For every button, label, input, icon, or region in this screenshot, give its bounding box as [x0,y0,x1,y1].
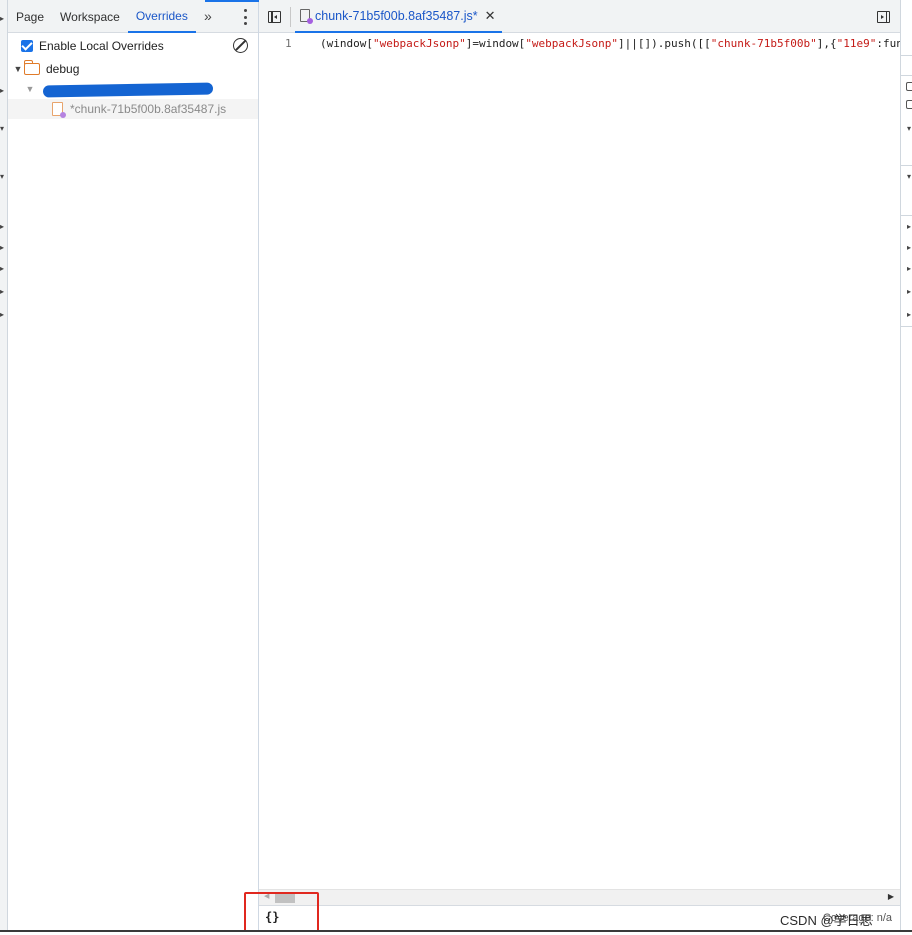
expand-triangle-icon[interactable]: ▼ [12,64,24,74]
folder-name: debug [46,62,80,76]
window-bottom-border [0,930,912,935]
expand-arrow-icon[interactable]: ▸ [0,264,4,273]
tree-item-domain-folder[interactable]: ▼ [8,79,258,99]
collapse-arrow-icon[interactable]: ▾ [0,172,4,181]
code-token: "11e9" [836,37,877,50]
divider [901,75,912,76]
checkbox[interactable] [906,100,912,109]
expand-arrow-icon[interactable]: ▸ [0,222,4,231]
file-icon [52,102,66,118]
expand-triangle-icon[interactable]: ▼ [24,84,36,94]
enable-overrides-row: Enable Local Overrides [8,33,258,59]
tab-workspace[interactable]: Workspace [52,0,128,33]
code-token: :fun [876,37,900,50]
divider [901,55,912,56]
horizontal-scrollbar[interactable]: ◀ ▶ [259,889,900,905]
tree-item-override-file[interactable]: *chunk-71b5f00b.8af35487.js [8,99,258,119]
more-options-icon[interactable] [242,9,248,25]
scroll-right-icon[interactable]: ▶ [888,892,894,901]
tab-overrides[interactable]: Overrides [127,0,196,33]
right-panel-edge: ▾ ▾ ▸ ▸ ▸ ▸ ▸ [900,0,912,930]
file-name: *chunk-71b5f00b.8af35487.js [70,102,227,116]
code-token: ]||[]).push([[ [618,37,711,50]
collapse-arrow-icon[interactable]: ▾ [0,124,4,133]
code-token: "webpackJsonp" [525,37,619,50]
expand-arrow-icon[interactable]: ▸ [907,243,911,252]
divider [901,326,912,327]
redacted-domain-name [42,82,214,98]
sources-navigator: Page Workspace Overrides » Enable Local … [8,0,259,930]
code-token: "webpackJsonp" [372,37,466,50]
expand-arrow-icon[interactable]: ▸ [907,287,911,296]
devtools-sources-panel: ▸ ▸ ▾ ▾ ▸ ▸ ▸ ▸ ▸ Page Workspace Overrid… [0,0,912,935]
expand-arrow-icon[interactable]: ▸ [907,222,911,231]
toggle-debugger-icon[interactable] [877,11,890,23]
expand-arrow-icon[interactable]: ▸ [0,310,4,319]
folder-icon [23,60,40,75]
navigator-tabbar: Page Workspace Overrides » [8,0,258,33]
expand-arrow-icon[interactable]: ▸ [0,243,4,252]
editor-file-tab[interactable]: chunk-71b5f00b.8af35487.js* ✕ [295,0,502,33]
code-token: (window[ [320,37,373,50]
annotation-highlight-box [244,892,319,932]
enable-overrides-label[interactable]: Enable Local Overrides [39,39,164,53]
expand-arrow-icon[interactable]: ▸ [0,287,4,296]
close-tab-icon[interactable]: ✕ [485,8,496,24]
code-token: ],{ [816,37,837,50]
tab-page[interactable]: Page [8,0,52,33]
collapse-arrow-icon[interactable]: ▾ [907,124,911,133]
expand-arrow-icon[interactable]: ▸ [907,264,911,273]
code-line[interactable]: (window["webpackJsonp"]=window["webpackJ… [320,37,900,50]
clear-configuration-icon[interactable] [233,38,248,53]
toggle-navigator-icon[interactable] [268,11,281,23]
code-token: "chunk-71b5f00b" [710,37,817,50]
code-token: ]=window[ [465,37,526,50]
code-area[interactable]: 1 (window["webpackJsonp"]=window["webpac… [259,33,900,889]
modified-dot-icon [60,112,66,118]
collapse-arrow-icon[interactable]: ▸ [0,14,4,23]
more-tabs-chevron-icon[interactable]: » [196,8,220,24]
modified-dot-icon [307,18,313,24]
line-number: 1 [285,37,292,50]
tree-item-debug-folder[interactable]: ▼ debug [8,59,258,79]
file-tab-name: chunk-71b5f00b.8af35487.js* [315,8,478,23]
collapse-arrow-icon[interactable]: ▾ [907,172,911,181]
editor-tabbar: chunk-71b5f00b.8af35487.js* ✕ [259,0,900,33]
tabbar-divider [290,7,291,27]
collapse-arrow-icon[interactable]: ▸ [0,86,4,95]
enable-overrides-checkbox[interactable] [21,40,33,52]
file-icon [300,9,313,24]
left-panel-edge: ▸ ▸ ▾ ▾ ▸ ▸ ▸ ▸ ▸ [0,0,8,930]
source-editor: chunk-71b5f00b.8af35487.js* ✕ 1 (window[… [259,0,900,930]
watermark: CSDN @学日思 [780,913,873,928]
divider [901,215,912,216]
divider [901,165,912,166]
expand-arrow-icon[interactable]: ▸ [907,310,911,319]
checkbox[interactable] [906,82,912,91]
